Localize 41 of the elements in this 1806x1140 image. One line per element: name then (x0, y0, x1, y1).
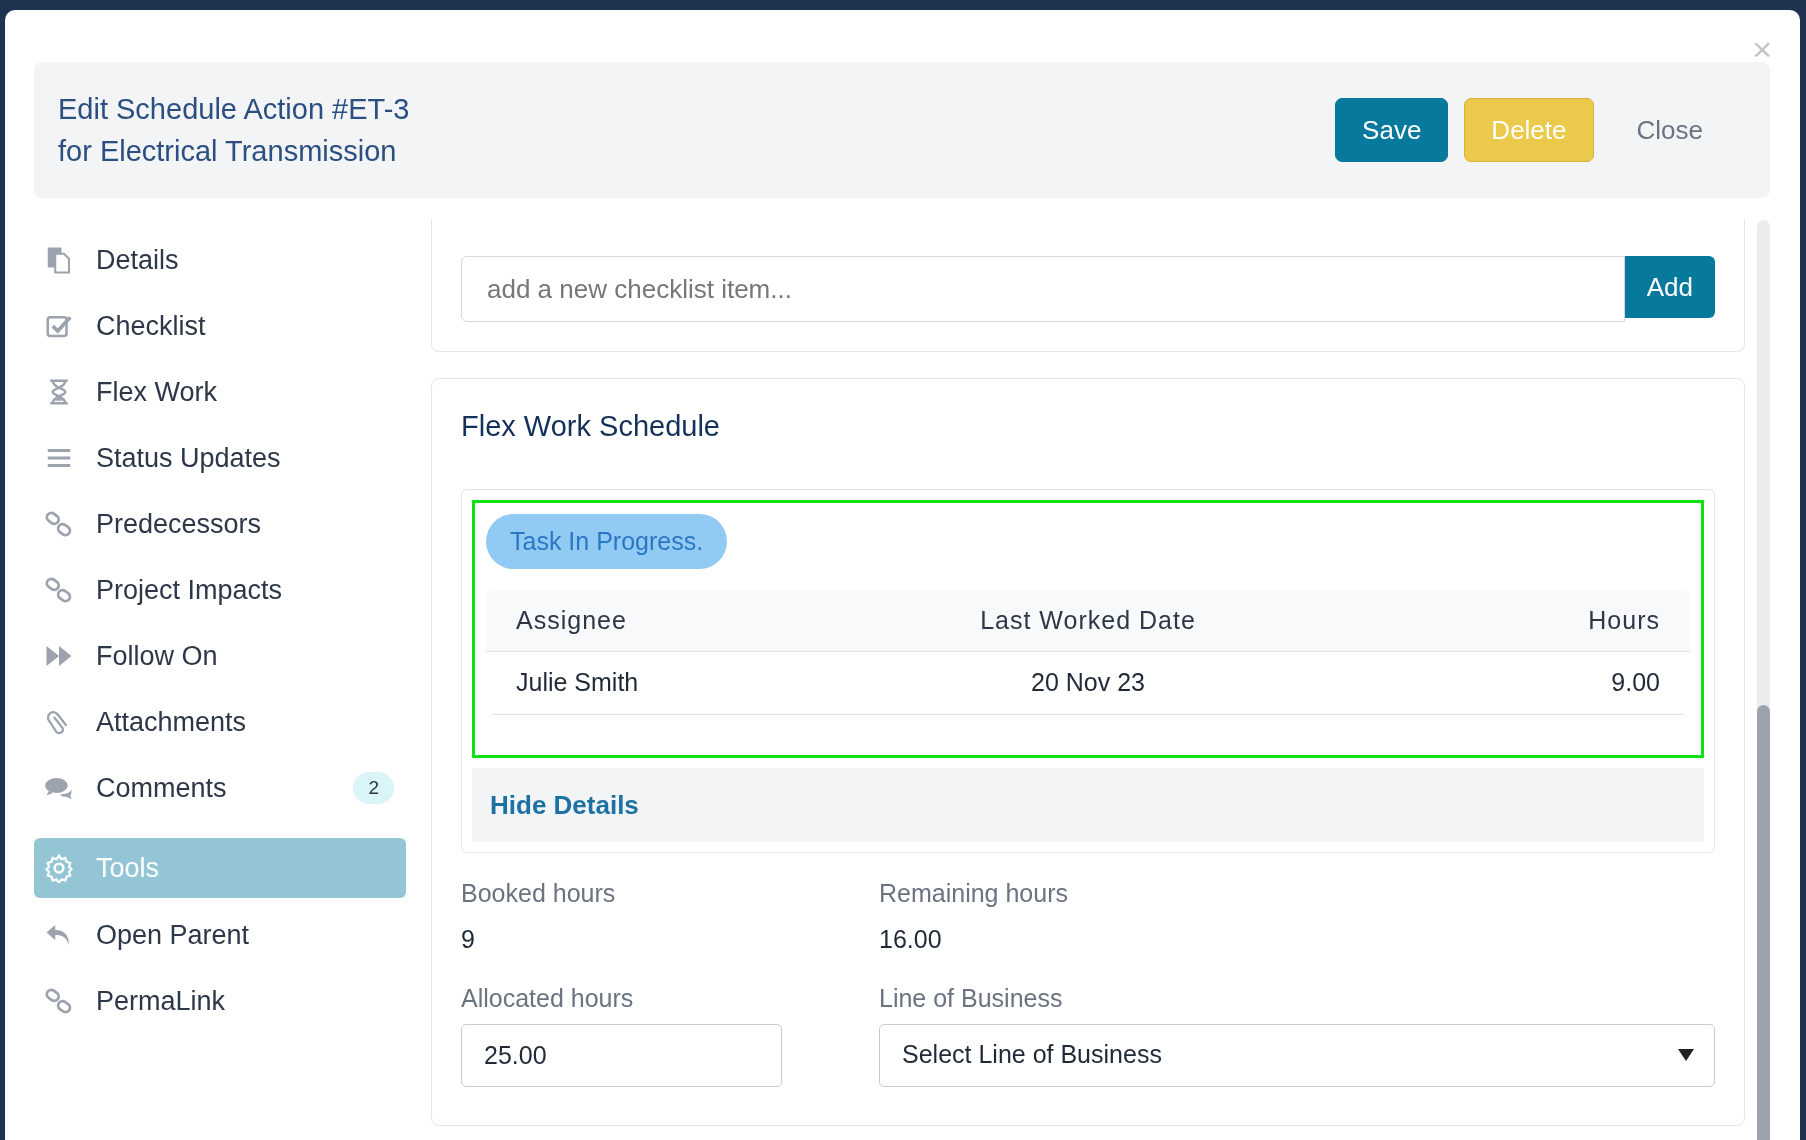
count-badge: 2 (353, 771, 394, 805)
checklist-input-field[interactable]: add a new checklist item... (461, 256, 1625, 322)
sidebar-item[interactable]: PermaLink (34, 971, 406, 1031)
column-header: Hours (1588, 605, 1660, 637)
field-label: Line of Business (879, 983, 1064, 1014)
close-button[interactable]: Close (1609, 98, 1730, 162)
sidebar-item[interactable]: Follow On (34, 626, 406, 686)
sidebar-item[interactable]: Predecessors (34, 494, 406, 554)
sidebar-item[interactable]: Project Impacts (34, 560, 406, 620)
field-label: Allocated hours (461, 983, 635, 1014)
allocated-hours-input-field[interactable]: 25.00 (461, 1023, 782, 1087)
sidebar-item[interactable]: Status Updates (34, 428, 406, 488)
scrollbar-thumb[interactable] (1757, 705, 1770, 1140)
status-badge: Task In Progress. (486, 513, 728, 569)
save-button[interactable]: Save (1335, 98, 1449, 162)
sidebar-item[interactable]: Flex Work (34, 362, 406, 422)
field-value: 16.00 (879, 923, 943, 955)
field-value: 9 (461, 923, 476, 955)
field-label: Remaining hours (879, 878, 1069, 909)
link-icon (44, 509, 74, 539)
link-icon (44, 575, 74, 605)
modal-subtitle: for Electrical Transmission (58, 134, 398, 169)
sidebar-item[interactable]: Checklist (34, 296, 406, 356)
modal-title: Edit Schedule Action #ET-3 (58, 92, 410, 127)
dropdown-caret-icon (1678, 1049, 1694, 1061)
table-cell-text: 20 Nov 23 (1031, 667, 1145, 699)
line-of-business-select[interactable]: Select Line of Business (879, 1023, 1715, 1087)
sidebar-item[interactable]: Comments 2 (34, 758, 406, 818)
sidebar-item[interactable]: Attachments (34, 692, 406, 752)
settings-icon (44, 853, 74, 883)
table-cell-text: 9.00 (1611, 667, 1660, 699)
column-header: Last Worked Date (980, 605, 1196, 637)
section-title: Flex Work Schedule (461, 409, 721, 444)
sidebar-item[interactable]: Details (34, 230, 406, 290)
add-button[interactable]: Add (1624, 256, 1715, 318)
sidebar-item[interactable]: Open Parent (34, 905, 406, 965)
column-header: Assignee (516, 605, 627, 637)
field-label: Booked hours (461, 878, 617, 909)
table-cell-text: Julie Smith (516, 667, 639, 699)
link-icon (44, 986, 74, 1016)
hide-details-link[interactable]: Hide Details (490, 785, 639, 825)
